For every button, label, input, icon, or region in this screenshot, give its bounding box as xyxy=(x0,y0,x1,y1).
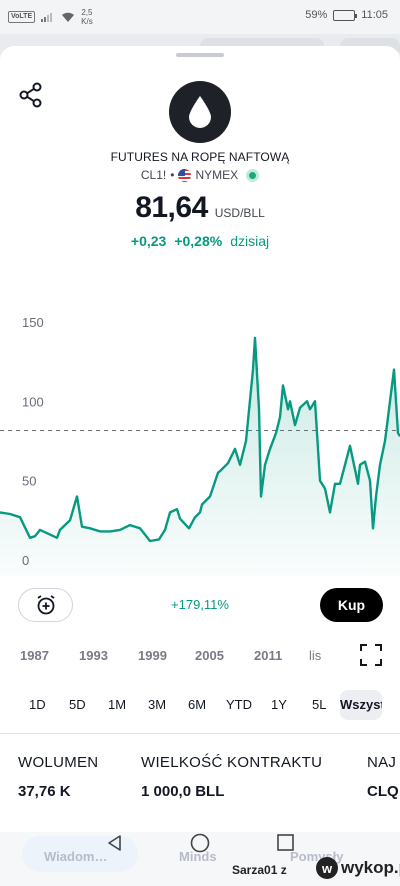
network-speed-value: 2,5 xyxy=(81,8,93,17)
range-5y[interactable]: 5L xyxy=(312,697,326,712)
change-percent: +0,28% xyxy=(174,233,223,249)
price-chart[interactable]: 150100500 xyxy=(0,306,400,576)
y-tick-label: 150 xyxy=(22,315,44,330)
signal-icon xyxy=(41,13,53,22)
change-row: +0,23 +0,28% dzisiaj xyxy=(0,233,400,249)
fullscreen-icon[interactable] xyxy=(359,643,383,667)
range-1m[interactable]: 1M xyxy=(108,697,126,712)
home-icon[interactable] xyxy=(190,833,210,853)
oil-drop-logo xyxy=(169,81,231,143)
volume-value: 37,76 K xyxy=(18,783,71,800)
drag-handle[interactable] xyxy=(176,53,224,57)
range-1d[interactable]: 1D xyxy=(29,697,46,712)
year-label: 2005 xyxy=(195,648,224,663)
year-label: 1993 xyxy=(79,648,108,663)
network-speed-unit: K/s xyxy=(81,17,93,26)
price-row: 81,64 USD/BLL xyxy=(0,191,400,225)
watermark-user: Sarza01 z xyxy=(232,863,287,877)
range-3m[interactable]: 3M xyxy=(148,697,166,712)
range-all[interactable]: Wszystko xyxy=(340,690,382,720)
market-open-icon xyxy=(246,168,260,182)
symbol-sheet: FUTURES NA ROPĘ NAFTOWĄ CL1! • NYMEX 81,… xyxy=(0,46,400,886)
separator: • xyxy=(170,168,175,182)
y-tick-label: 50 xyxy=(22,474,36,489)
instrument-name: FUTURES NA ROPĘ NAFTOWĄ xyxy=(110,150,290,164)
exchange: NYMEX xyxy=(195,168,239,182)
wifi-icon xyxy=(62,12,75,22)
instrument-subline: CL1! • NYMEX xyxy=(0,168,400,182)
volte-badge: VoLTE xyxy=(8,11,36,23)
year-label: 1999 xyxy=(138,648,167,663)
price-currency: USD/BLL xyxy=(214,206,265,220)
range-ytd[interactable]: YTD xyxy=(226,697,252,712)
volume-label: WOLUMEN xyxy=(18,754,99,771)
share-icon[interactable] xyxy=(18,82,44,108)
clock: 11:05 xyxy=(361,9,388,21)
contract-size-value: 1 000,0 BLL xyxy=(141,783,225,800)
change-absolute: +0,23 xyxy=(130,233,167,249)
wykop-site: wykop.pl xyxy=(341,858,400,877)
range-5d[interactable]: 5D xyxy=(69,697,86,712)
recents-icon[interactable] xyxy=(277,834,294,851)
year-axis: 1987 1993 1999 2005 2011 lis xyxy=(0,646,400,666)
network-speed: 2,5 K/s xyxy=(81,8,93,26)
y-tick-label: 100 xyxy=(22,394,44,409)
battery-icon xyxy=(333,9,358,21)
status-bar: VoLTE 2,5 K/s 59% 11:05 xyxy=(0,0,400,34)
next-contract-label: NAJ xyxy=(367,754,397,771)
wykop-logo-icon: w xyxy=(316,857,338,879)
range-all-label: Wszystko xyxy=(340,697,382,712)
range-selector: 1D 5D 1M 3M 6M YTD 1Y 5L Wszystko xyxy=(0,690,400,720)
change-period: dzisiaj xyxy=(230,233,270,249)
battery-percent: 59% xyxy=(305,9,328,21)
wykop-watermark: w wykop.pl xyxy=(316,857,400,879)
divider xyxy=(0,733,400,734)
ticker: CL1! xyxy=(140,168,167,182)
contract-size-label: WIELKOŚĆ KONTRAKTU xyxy=(141,754,323,771)
price-area xyxy=(0,337,400,576)
year-label: 1987 xyxy=(20,648,49,663)
buy-button[interactable]: Kup xyxy=(320,588,383,622)
next-contract-value: CLQ xyxy=(367,783,399,800)
range-1y[interactable]: 1Y xyxy=(271,697,287,712)
us-flag-icon xyxy=(178,168,192,182)
year-label: 2011 xyxy=(254,648,283,663)
year-label: lis xyxy=(309,648,322,663)
range-6m[interactable]: 6M xyxy=(188,697,206,712)
last-price: 81,64 xyxy=(135,191,208,224)
oil-drop-icon xyxy=(189,96,211,128)
back-icon[interactable] xyxy=(106,834,122,852)
